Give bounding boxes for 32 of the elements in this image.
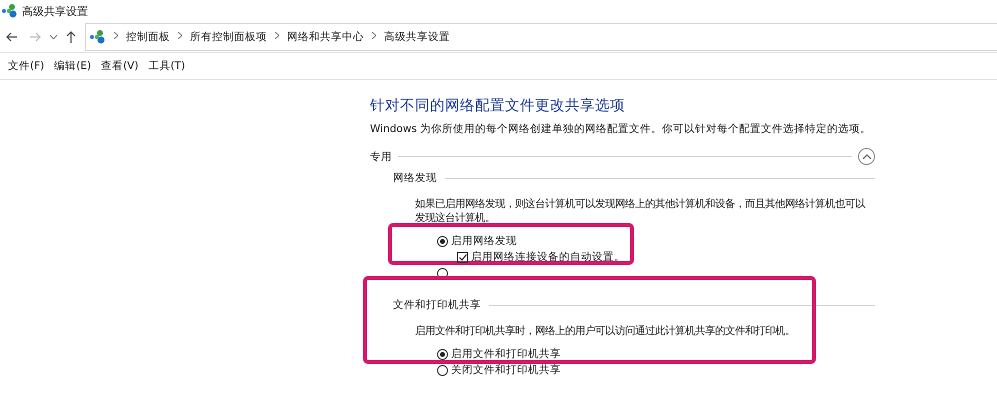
chevron-icon: [862, 154, 870, 159]
radio-button[interactable]: [437, 364, 448, 376]
group-title: 网络发现: [393, 171, 437, 185]
option-label[interactable]: 启用网络发现: [451, 234, 517, 248]
window-title: 高级共享设置: [22, 4, 88, 18]
breadcrumb-item[interactable]: 控制面板: [126, 30, 170, 44]
chevron-icon: [178, 32, 182, 42]
menu-item[interactable]: 查看(V): [101, 59, 138, 73]
option-label[interactable]: 关闭文件和打印机共享: [451, 363, 561, 377]
chevron-icon: [275, 32, 279, 42]
option-label[interactable]: 启用网络连接设备的自动设置。: [471, 250, 625, 264]
checkbox[interactable]: [457, 252, 468, 262]
menu-item[interactable]: 工具(T): [148, 59, 186, 73]
collapse-button[interactable]: [858, 148, 875, 165]
network-icon: [2, 4, 18, 18]
breadcrumb-item[interactable]: 高级共享设置: [384, 30, 450, 44]
group-description: 如果已启用网络发现，则这台计算机可以发现网络上的其他计算机和设备，而且其他网络计算机也可以发现这台计算机。: [415, 197, 866, 225]
option-label[interactable]: 启用文件和打印机共享: [451, 347, 561, 361]
chevron-icon: [114, 32, 118, 42]
group-title: 文件和打印机共享: [393, 298, 481, 312]
page-description: Windows 为你所使用的每个网络创建单独的网络配置文件。你可以针对每个配置文件选择特定的选项。: [370, 122, 872, 136]
breadcrumb-item[interactable]: 所有控制面板项: [190, 30, 267, 44]
radio-button[interactable]: [437, 348, 448, 360]
page-heading: 针对不同的网络配置文件更改共享选项: [370, 96, 626, 115]
menu-item[interactable]: 文件(F): [8, 59, 44, 73]
network-icon: [90, 30, 106, 44]
chevron-icon: [372, 32, 376, 42]
breadcrumb-item[interactable]: 网络和共享中心: [287, 30, 364, 44]
group-description: 启用文件和打印机共享时，网络上的用户可以访问通过此计算机共享的文件和打印机。: [415, 324, 796, 338]
menu-item[interactable]: 编辑(E): [54, 59, 92, 73]
section-title: 专用: [370, 150, 392, 164]
radio-button[interactable]: [437, 236, 448, 246]
